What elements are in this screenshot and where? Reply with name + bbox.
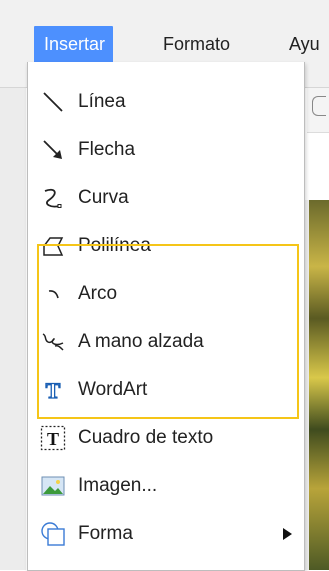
- menu-item-linea[interactable]: Línea: [28, 79, 304, 125]
- line-icon: [39, 88, 67, 116]
- menu-item-label: Curva: [78, 187, 129, 208]
- menu-item-label: Forma: [78, 523, 133, 544]
- textbox-glyph: T: [47, 429, 59, 449]
- menu-item-label: A mano alzada: [78, 331, 204, 352]
- menu-item-forma[interactable]: Forma: [28, 511, 304, 557]
- shape-icon: [39, 520, 67, 548]
- submenu-arrow-icon: [283, 528, 292, 540]
- polyline-icon: [39, 232, 67, 260]
- wordart-icon: T: [39, 376, 67, 404]
- menu-item-flecha[interactable]: Flecha: [28, 127, 304, 173]
- wordart-glyph: T: [46, 378, 61, 402]
- curve-icon: [39, 184, 67, 212]
- menu-item-label: Polilínea: [78, 235, 151, 256]
- menu-item-label: Flecha: [78, 139, 136, 160]
- textbox-icon: T: [39, 424, 67, 452]
- menu-item-label: WordArt: [78, 379, 148, 400]
- menu-item-arco[interactable]: Arco: [28, 271, 304, 317]
- menu-item-polilinea[interactable]: Polilínea: [28, 223, 304, 269]
- left-panel: [0, 88, 26, 570]
- menu-item-label: Arco: [78, 283, 118, 304]
- menu-item-wordart[interactable]: T WordArt: [28, 367, 304, 413]
- menu-item-label: Línea: [78, 91, 126, 112]
- menu-item-mano-alzada[interactable]: A mano alzada: [28, 319, 304, 365]
- arc-icon: [39, 280, 67, 308]
- menu-item-curva[interactable]: Curva: [28, 175, 304, 221]
- insertar-dropdown: Línea Flecha Curva Polilínea Arco A mano…: [27, 62, 305, 571]
- menu-item-label: Imagen...: [78, 475, 158, 496]
- freehand-icon: [39, 328, 67, 356]
- menu-item-label: Cuadro de texto: [78, 427, 214, 448]
- arrow-icon: [39, 136, 67, 164]
- menu-formato[interactable]: Formato: [163, 26, 230, 62]
- menu-item-imagen[interactable]: Imagen...: [28, 463, 304, 509]
- menu-ayuda[interactable]: Ayu: [289, 26, 320, 62]
- canvas-image: [309, 200, 329, 570]
- menu-item-cuadro-texto[interactable]: T Cuadro de texto: [28, 415, 304, 461]
- image-icon: [39, 472, 67, 500]
- toolbar-shape-icon: [312, 96, 326, 116]
- menu-insertar[interactable]: Insertar: [34, 26, 114, 62]
